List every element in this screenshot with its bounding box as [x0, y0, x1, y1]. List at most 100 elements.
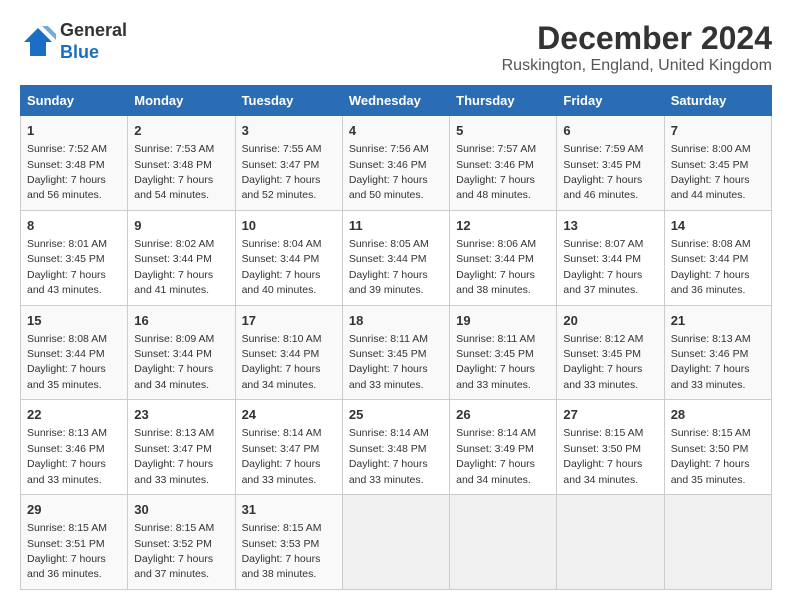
logo: General Blue	[20, 20, 127, 63]
day-info: Sunrise: 8:08 AM Sunset: 3:44 PM Dayligh…	[27, 333, 107, 391]
calendar-cell: 11 Sunrise: 8:05 AM Sunset: 3:44 PM Dayli…	[342, 210, 449, 305]
day-info: Sunrise: 8:14 AM Sunset: 3:49 PM Dayligh…	[456, 427, 536, 485]
day-number: 4	[349, 122, 443, 140]
day-info: Sunrise: 7:55 AM Sunset: 3:47 PM Dayligh…	[242, 143, 322, 201]
title-block: December 2024 Ruskington, England, Unite…	[502, 20, 772, 75]
calendar-cell	[342, 495, 449, 590]
calendar-cell: 28 Sunrise: 8:15 AM Sunset: 3:50 PM Dayli…	[664, 400, 771, 495]
day-info: Sunrise: 8:06 AM Sunset: 3:44 PM Dayligh…	[456, 238, 536, 296]
calendar-cell: 18Sunrise: 8:11 AM Sunset: 3:45 PM Dayli…	[342, 305, 449, 400]
day-number: 26	[456, 406, 550, 424]
day-info: Sunrise: 7:56 AM Sunset: 3:46 PM Dayligh…	[349, 143, 429, 201]
day-info: Sunrise: 7:53 AM Sunset: 3:48 PM Dayligh…	[134, 143, 214, 201]
day-info: Sunrise: 8:15 AM Sunset: 3:52 PM Dayligh…	[134, 522, 214, 580]
weekday-header-tuesday: Tuesday	[235, 86, 342, 116]
location: Ruskington, England, United Kingdom	[502, 57, 772, 75]
calendar-cell: 27Sunrise: 8:15 AM Sunset: 3:50 PM Dayli…	[557, 400, 664, 495]
calendar-cell: 25Sunrise: 8:14 AM Sunset: 3:48 PM Dayli…	[342, 400, 449, 495]
calendar-cell: 1Sunrise: 7:52 AM Sunset: 3:48 PM Daylig…	[21, 116, 128, 211]
calendar-cell: 14 Sunrise: 8:08 AM Sunset: 3:44 PM Dayli…	[664, 210, 771, 305]
weekday-header-wednesday: Wednesday	[342, 86, 449, 116]
page-header: General Blue December 2024 Ruskington, E…	[20, 20, 772, 75]
day-info: Sunrise: 8:15 AM Sunset: 3:53 PM Dayligh…	[242, 522, 322, 580]
day-info: Sunrise: 8:14 AM Sunset: 3:47 PM Dayligh…	[242, 427, 322, 485]
day-number: 21	[671, 312, 765, 330]
day-info: Sunrise: 8:00 AM Sunset: 3:45 PM Dayligh…	[671, 143, 751, 201]
day-number: 17	[242, 312, 336, 330]
calendar-cell: 3 Sunrise: 7:55 AM Sunset: 3:47 PM Daylig…	[235, 116, 342, 211]
day-info: Sunrise: 8:07 AM Sunset: 3:44 PM Dayligh…	[563, 238, 643, 296]
weekday-header-saturday: Saturday	[664, 86, 771, 116]
calendar-cell: 31 Sunrise: 8:15 AM Sunset: 3:53 PM Dayli…	[235, 495, 342, 590]
day-info: Sunrise: 8:11 AM Sunset: 3:45 PM Dayligh…	[456, 333, 535, 391]
calendar-cell: 10 Sunrise: 8:04 AM Sunset: 3:44 PM Dayli…	[235, 210, 342, 305]
day-info: Sunrise: 8:08 AM Sunset: 3:44 PM Dayligh…	[671, 238, 751, 296]
calendar-cell: 9Sunrise: 8:02 AM Sunset: 3:44 PM Daylig…	[128, 210, 235, 305]
day-number: 7	[671, 122, 765, 140]
calendar-cell: 15Sunrise: 8:08 AM Sunset: 3:44 PM Dayli…	[21, 305, 128, 400]
day-info: Sunrise: 7:57 AM Sunset: 3:46 PM Dayligh…	[456, 143, 536, 201]
calendar-cell: 6 Sunrise: 7:59 AM Sunset: 3:45 PM Daylig…	[557, 116, 664, 211]
day-number: 25	[349, 406, 443, 424]
calendar-cell: 20Sunrise: 8:12 AM Sunset: 3:45 PM Dayli…	[557, 305, 664, 400]
day-number: 19	[456, 312, 550, 330]
day-info: Sunrise: 8:04 AM Sunset: 3:44 PM Dayligh…	[242, 238, 322, 296]
calendar-header-row: SundayMondayTuesdayWednesdayThursdayFrid…	[21, 86, 772, 116]
day-number: 9	[134, 217, 228, 235]
day-number: 3	[242, 122, 336, 140]
day-number: 14	[671, 217, 765, 235]
calendar-week-4: 22 Sunrise: 8:13 AM Sunset: 3:46 PM Dayli…	[21, 400, 772, 495]
calendar-body: 1Sunrise: 7:52 AM Sunset: 3:48 PM Daylig…	[21, 116, 772, 590]
logo-text: General Blue	[60, 20, 127, 63]
calendar-cell: 13 Sunrise: 8:07 AM Sunset: 3:44 PM Dayli…	[557, 210, 664, 305]
calendar-cell: 16 Sunrise: 8:09 AM Sunset: 3:44 PM Dayli…	[128, 305, 235, 400]
day-info: Sunrise: 8:15 AM Sunset: 3:51 PM Dayligh…	[27, 522, 107, 580]
day-number: 6	[563, 122, 657, 140]
calendar-cell	[664, 495, 771, 590]
calendar-cell	[557, 495, 664, 590]
day-number: 31	[242, 501, 336, 519]
day-number: 11	[349, 217, 443, 235]
calendar-cell: 12 Sunrise: 8:06 AM Sunset: 3:44 PM Dayli…	[450, 210, 557, 305]
calendar-cell: 17 Sunrise: 8:10 AM Sunset: 3:44 PM Dayli…	[235, 305, 342, 400]
weekday-header-monday: Monday	[128, 86, 235, 116]
calendar-week-2: 8Sunrise: 8:01 AM Sunset: 3:45 PM Daylig…	[21, 210, 772, 305]
weekday-header-sunday: Sunday	[21, 86, 128, 116]
logo-icon	[20, 24, 56, 60]
weekday-header-friday: Friday	[557, 86, 664, 116]
calendar-cell: 2Sunrise: 7:53 AM Sunset: 3:48 PM Daylig…	[128, 116, 235, 211]
day-info: Sunrise: 8:09 AM Sunset: 3:44 PM Dayligh…	[134, 333, 214, 391]
day-info: Sunrise: 8:13 AM Sunset: 3:46 PM Dayligh…	[27, 427, 107, 485]
day-number: 12	[456, 217, 550, 235]
day-number: 16	[134, 312, 228, 330]
calendar-table: SundayMondayTuesdayWednesdayThursdayFrid…	[20, 85, 772, 590]
day-number: 1	[27, 122, 121, 140]
day-number: 10	[242, 217, 336, 235]
calendar-week-5: 29 Sunrise: 8:15 AM Sunset: 3:51 PM Dayli…	[21, 495, 772, 590]
calendar-week-3: 15Sunrise: 8:08 AM Sunset: 3:44 PM Dayli…	[21, 305, 772, 400]
day-number: 8	[27, 217, 121, 235]
calendar-cell: 26 Sunrise: 8:14 AM Sunset: 3:49 PM Dayli…	[450, 400, 557, 495]
calendar-cell: 5Sunrise: 7:57 AM Sunset: 3:46 PM Daylig…	[450, 116, 557, 211]
calendar-cell: 21Sunrise: 8:13 AM Sunset: 3:46 PM Dayli…	[664, 305, 771, 400]
day-number: 27	[563, 406, 657, 424]
day-info: Sunrise: 7:59 AM Sunset: 3:45 PM Dayligh…	[563, 143, 643, 201]
weekday-header-thursday: Thursday	[450, 86, 557, 116]
day-number: 23	[134, 406, 228, 424]
day-info: Sunrise: 8:05 AM Sunset: 3:44 PM Dayligh…	[349, 238, 429, 296]
day-number: 30	[134, 501, 228, 519]
day-number: 29	[27, 501, 121, 519]
day-info: Sunrise: 8:15 AM Sunset: 3:50 PM Dayligh…	[671, 427, 751, 485]
calendar-cell: 30 Sunrise: 8:15 AM Sunset: 3:52 PM Dayli…	[128, 495, 235, 590]
calendar-cell: 8Sunrise: 8:01 AM Sunset: 3:45 PM Daylig…	[21, 210, 128, 305]
calendar-cell: 23 Sunrise: 8:13 AM Sunset: 3:47 PM Dayli…	[128, 400, 235, 495]
day-number: 13	[563, 217, 657, 235]
calendar-cell: 4 Sunrise: 7:56 AM Sunset: 3:46 PM Daylig…	[342, 116, 449, 211]
day-number: 22	[27, 406, 121, 424]
calendar-cell: 29 Sunrise: 8:15 AM Sunset: 3:51 PM Dayli…	[21, 495, 128, 590]
day-number: 20	[563, 312, 657, 330]
day-info: Sunrise: 8:10 AM Sunset: 3:44 PM Dayligh…	[242, 333, 322, 391]
day-number: 28	[671, 406, 765, 424]
calendar-cell: 24Sunrise: 8:14 AM Sunset: 3:47 PM Dayli…	[235, 400, 342, 495]
day-info: Sunrise: 8:13 AM Sunset: 3:47 PM Dayligh…	[134, 427, 214, 485]
